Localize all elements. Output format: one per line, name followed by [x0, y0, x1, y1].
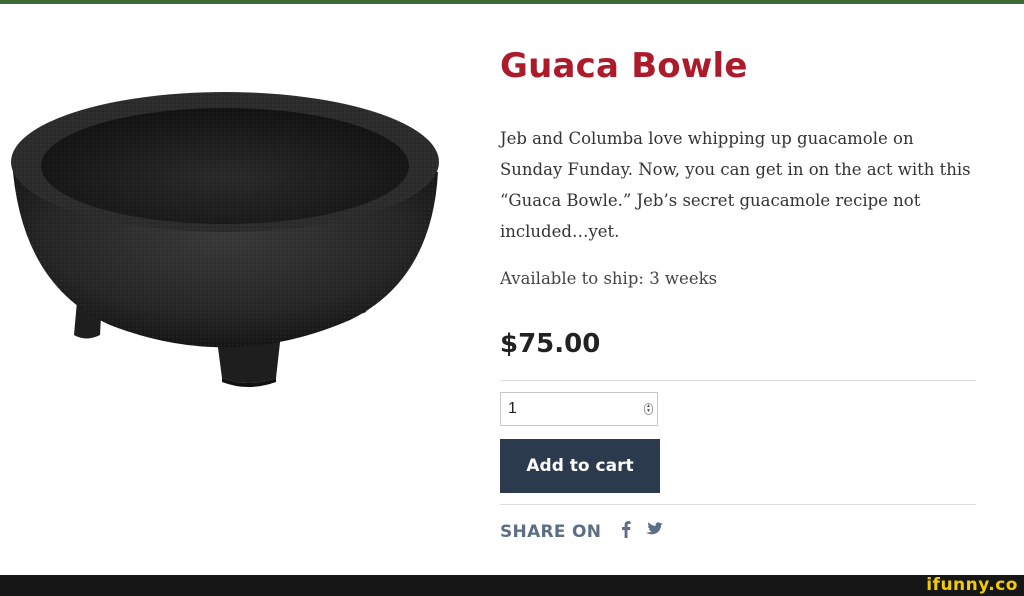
add-to-cart-button[interactable]: Add to cart: [500, 439, 660, 493]
quantity-input[interactable]: [501, 393, 648, 425]
product-price: $75.00: [500, 329, 601, 359]
share-bar: SHARE ON: [500, 520, 664, 543]
twitter-icon[interactable]: [645, 521, 664, 542]
product-description: Jeb and Columba love whipping up guacamo…: [500, 129, 971, 241]
divider: [500, 380, 976, 381]
product-image: [11, 92, 439, 387]
quantity-stepper[interactable]: ▲▼: [500, 392, 658, 426]
top-accent-line: [0, 0, 1024, 4]
bottom-bar: ifunny.co: [0, 575, 1024, 596]
stepper-arrows-icon[interactable]: ▲ ▼: [644, 403, 653, 415]
watermark: ifunny.co: [926, 575, 1018, 595]
divider: [500, 504, 976, 505]
facebook-icon[interactable]: [621, 520, 631, 543]
product-title: Guaca Bowle: [500, 46, 748, 86]
share-label: SHARE ON: [500, 521, 602, 542]
shipping-info: Available to ship: 3 weeks: [500, 269, 718, 288]
